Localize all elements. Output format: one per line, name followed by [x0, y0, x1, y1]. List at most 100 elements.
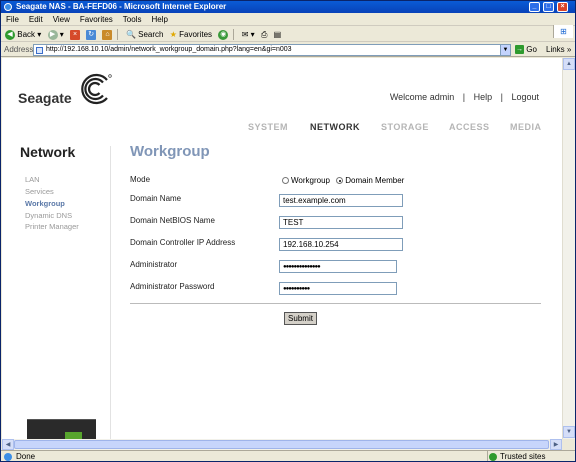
domain-name-label: Domain Name	[130, 194, 182, 203]
printer-icon: ⎙	[260, 30, 268, 39]
domain-name-input[interactable]	[279, 194, 403, 207]
back-arrow-icon: ◀	[5, 29, 15, 40]
mail-icon: ✉	[241, 30, 249, 39]
logo-text: Seagate	[18, 90, 72, 106]
mode-domain-member-option[interactable]: Domain Member	[336, 176, 404, 185]
sidebar-title: Network	[20, 144, 76, 160]
zone-label: Trusted sites	[500, 452, 546, 461]
back-label: Back	[17, 30, 36, 39]
mode-label: Mode	[130, 175, 151, 184]
edit-icon: ▤	[273, 30, 282, 39]
status-text: Done	[16, 452, 36, 461]
back-button[interactable]: ◀ Back ▾	[5, 27, 41, 42]
forward-button[interactable]: ▶ ▾	[47, 27, 64, 42]
title-bar: Seagate NAS - BA-FEFD06 - Microsoft Inte…	[1, 1, 575, 13]
administrator-label: Administrator	[130, 260, 178, 269]
address-label: Address	[4, 45, 34, 54]
menu-tools[interactable]: Tools	[118, 13, 147, 26]
nav-access[interactable]: ACCESS	[449, 122, 490, 132]
links-button[interactable]: Links »	[546, 43, 571, 57]
favorites-button[interactable]: ★ Favorites	[170, 27, 212, 42]
mail-button[interactable]: ✉ ▾	[242, 27, 255, 42]
close-button[interactable]: ×	[557, 2, 568, 12]
page-title: Workgroup	[130, 143, 210, 160]
star-icon: ★	[169, 30, 177, 39]
go-button[interactable]: → Go	[515, 43, 537, 57]
scroll-right-icon[interactable]: ▶	[550, 439, 562, 450]
address-dropdown[interactable]: ▼	[500, 44, 511, 56]
ie-window: Seagate NAS - BA-FEFD06 - Microsoft Inte…	[0, 0, 576, 462]
media-button[interactable]: ◉	[218, 27, 229, 42]
scroll-up-icon[interactable]: ▲	[563, 58, 575, 70]
radio-domain-member[interactable]	[336, 177, 344, 184]
sidebar-item-printer-manager[interactable]: Printer Manager	[25, 222, 79, 231]
toolbar-separator	[116, 29, 118, 41]
menu-file[interactable]: File	[1, 13, 24, 26]
print-button[interactable]: ⎙	[261, 27, 267, 42]
favorites-label: Favorites	[179, 30, 213, 39]
horizontal-scroll-thumb[interactable]	[14, 440, 549, 449]
radio-domain-member-label: Domain Member	[345, 176, 405, 185]
seagate-swirl-icon	[81, 73, 112, 105]
media-icon: ◉	[218, 29, 229, 40]
sidebar-item-workgroup[interactable]: Workgroup	[25, 199, 65, 208]
stop-button[interactable]: ×	[70, 27, 80, 42]
sidebar-item-lan[interactable]: LAN	[25, 175, 40, 184]
status-bar: Done Trusted sites	[1, 450, 575, 461]
scroll-corner	[562, 439, 575, 450]
security-zone: Trusted sites	[487, 451, 546, 461]
netbios-name-input[interactable]	[279, 216, 403, 229]
help-link[interactable]: Help	[474, 92, 493, 102]
address-bar: Address http://192.168.10.10/admin/netwo…	[1, 43, 575, 57]
nav-storage[interactable]: STORAGE	[381, 122, 429, 132]
window-title: Seagate NAS - BA-FEFD06 - Microsoft Inte…	[16, 2, 227, 11]
header-separator: |	[462, 92, 466, 102]
form-divider	[130, 303, 541, 304]
scroll-left-icon[interactable]: ◀	[2, 439, 14, 450]
vertical-scrollbar[interactable]: ▲ ▼	[562, 58, 575, 439]
ie-icon	[4, 3, 12, 11]
search-icon: 🔍	[125, 30, 136, 39]
administrator-input[interactable]	[279, 260, 397, 273]
mode-radio-group: Workgroup Domain Member	[282, 176, 404, 185]
page-done-icon	[4, 453, 12, 461]
address-input[interactable]: http://192.168.10.10/admin/network_workg…	[33, 44, 511, 56]
edit-button[interactable]: ▤	[274, 27, 282, 42]
menu-help[interactable]: Help	[146, 13, 172, 26]
go-arrow-icon: →	[515, 45, 524, 55]
mode-workgroup-option[interactable]: Workgroup	[282, 176, 330, 185]
nav-system[interactable]: SYSTEM	[248, 122, 288, 132]
submit-button[interactable]: Submit	[284, 312, 317, 325]
welcome-text: Welcome admin	[389, 92, 455, 102]
toolbar: ◀ Back ▾ ▶ ▾ × ↻ ⌂ 🔍 Search ★ Favorites …	[1, 27, 575, 42]
dc-ip-label: Domain Controller IP Address	[130, 238, 236, 247]
forward-arrow-icon: ▶	[47, 29, 58, 40]
horizontal-scrollbar[interactable]: ◀ ▶	[2, 439, 562, 450]
menu-bar: File Edit View Favorites Tools Help ⊞	[1, 13, 575, 38]
minimize-button[interactable]: _	[529, 2, 540, 12]
sidebar-item-services[interactable]: Services	[25, 187, 54, 196]
stop-icon: ×	[70, 29, 80, 40]
nav-network[interactable]: NETWORK	[310, 122, 360, 132]
nav-media[interactable]: MEDIA	[510, 122, 542, 132]
go-label: Go	[526, 45, 537, 54]
radio-workgroup-label: Workgroup	[291, 176, 330, 185]
search-button[interactable]: 🔍 Search	[126, 27, 164, 42]
home-button[interactable]: ⌂	[102, 27, 113, 42]
sidebar-item-dynamic-dns[interactable]: Dynamic DNS	[25, 211, 72, 220]
menu-edit[interactable]: Edit	[24, 13, 48, 26]
menu-favorites[interactable]: Favorites	[75, 13, 118, 26]
dc-ip-input[interactable]	[279, 238, 403, 251]
maximize-button[interactable]: □	[543, 2, 554, 12]
radio-workgroup[interactable]	[282, 177, 289, 184]
search-label: Search	[138, 30, 164, 39]
logout-link[interactable]: Logout	[511, 92, 539, 102]
refresh-icon: ↻	[86, 29, 97, 40]
refresh-button[interactable]: ↻	[86, 27, 97, 42]
admin-password-label: Administrator Password	[130, 282, 215, 291]
address-url: http://192.168.10.10/admin/network_workg…	[46, 46, 292, 53]
page-icon	[36, 47, 43, 54]
scroll-down-icon[interactable]: ▼	[563, 426, 575, 438]
menu-view[interactable]: View	[48, 13, 75, 26]
admin-password-input[interactable]	[279, 282, 397, 295]
